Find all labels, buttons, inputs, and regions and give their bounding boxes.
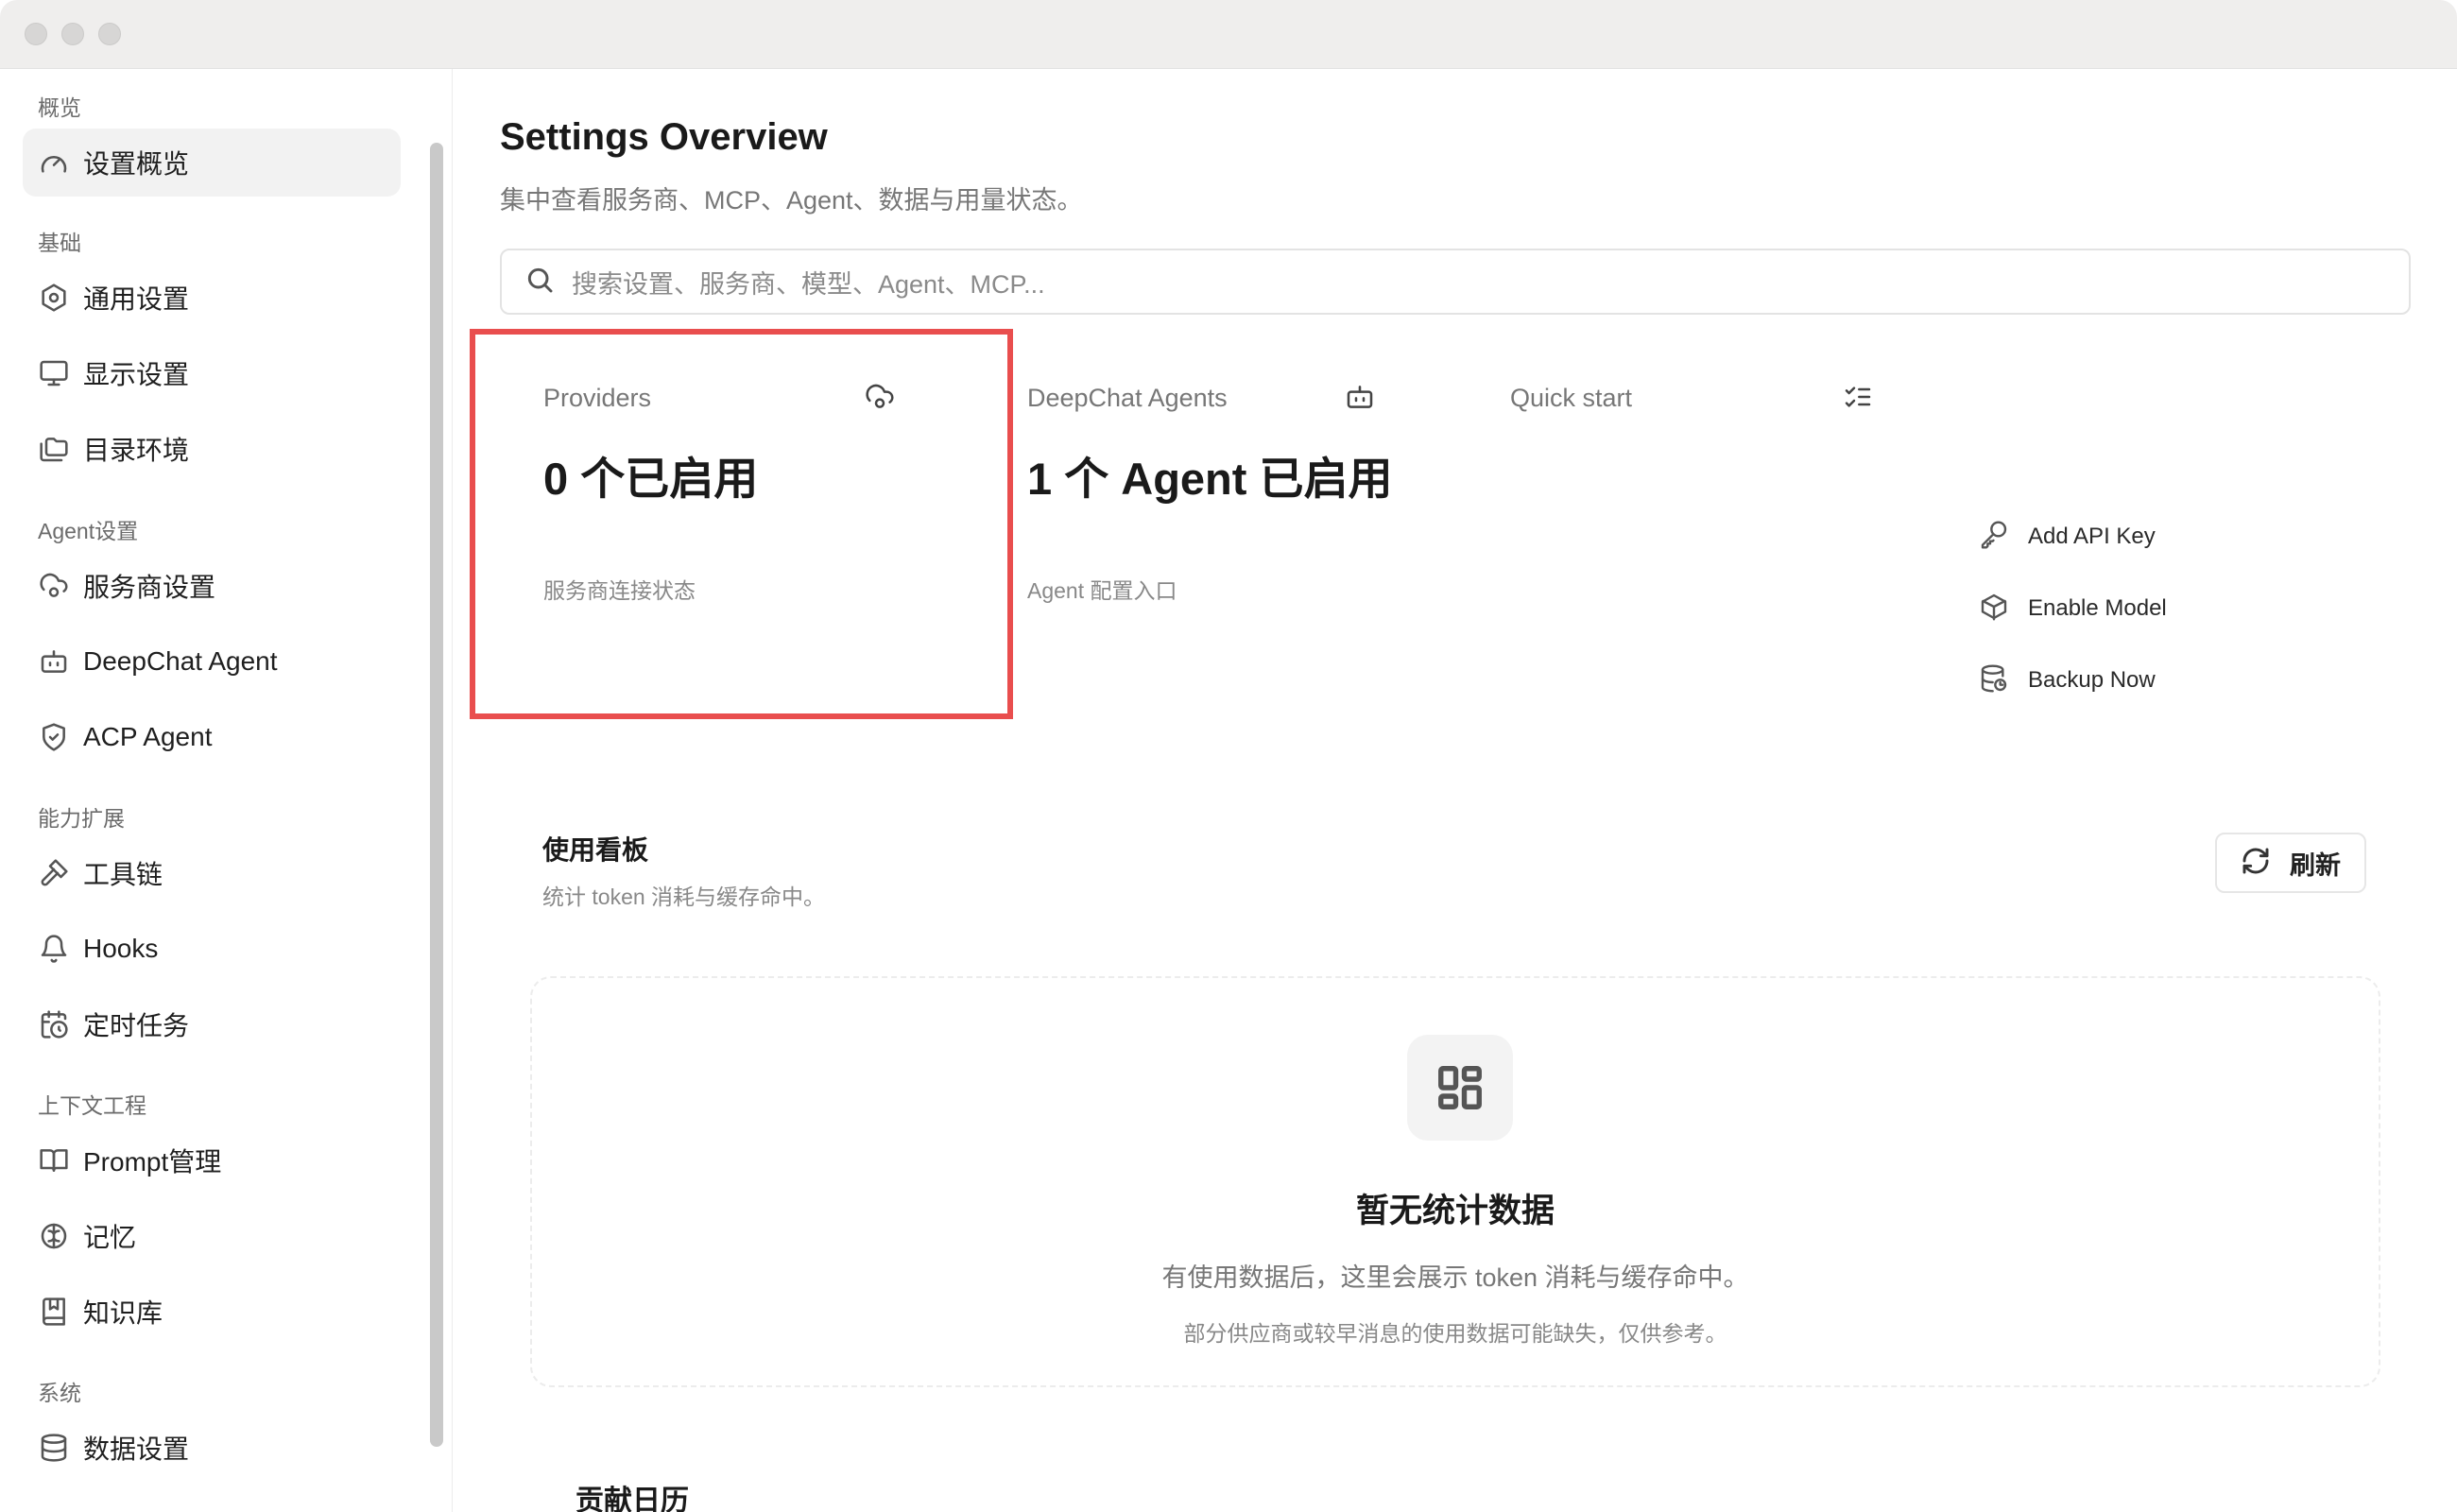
add-api-key-button[interactable]: Add API Key (1979, 513, 2156, 560)
contribution-calendar-title: 贡献日历 (576, 1486, 689, 1512)
quick-start-label: Enable Model (2028, 595, 2167, 621)
sidebar-item-display[interactable]: 显示设置 (23, 339, 401, 407)
enable-model-button[interactable]: Enable Model (1979, 585, 2167, 632)
sidebar-section-context: 上下文工程 (38, 1093, 146, 1118)
sidebar-item-settings-overview[interactable]: 设置概览 (23, 129, 401, 197)
sidebar-section-capabilities: 能力扩展 (38, 806, 125, 831)
main-content: Settings Overview 集中查看服务商、MCP、Agent、数据与用… (453, 69, 2457, 1512)
gauge-icon (38, 146, 70, 179)
sidebar-item-label: 目录环境 (83, 436, 190, 465)
database-backup-icon (1979, 663, 2009, 698)
sidebar-item-prompt[interactable]: Prompt管理 (23, 1126, 401, 1194)
refresh-label: 刷新 (2290, 850, 2341, 880)
close-window-button[interactable] (25, 23, 47, 45)
usage-board-title: 使用看板 (542, 835, 649, 865)
sidebar-item-acp-agent[interactable]: ACP Agent (23, 703, 401, 771)
usage-board-subtitle: 统计 token 消耗与缓存命中。 (542, 885, 826, 909)
list-checks-icon (1843, 382, 1875, 414)
layout-grid-icon (1407, 1035, 1513, 1141)
zoom-window-button[interactable] (98, 23, 121, 45)
sidebar-item-label: 定时任务 (83, 1011, 190, 1040)
hammer-icon (38, 857, 70, 889)
title-bar (0, 0, 2457, 69)
sidebar-scrollbar[interactable] (430, 143, 443, 1447)
search-placeholder: 搜索设置、服务商、模型、Agent、MCP... (572, 269, 1045, 299)
providers-card[interactable]: Providers 0 个已启用 服务商连接状态 (500, 329, 954, 688)
page-subtitle: 集中查看服务商、MCP、Agent、数据与用量状态。 (500, 186, 1083, 215)
sidebar-item-label: 记忆 (83, 1223, 137, 1252)
minimize-window-button[interactable] (61, 23, 84, 45)
calendar-clock-icon (38, 1008, 70, 1040)
quick-start-label: Backup Now (2028, 667, 2156, 693)
sidebar-item-label: 设置概览 (83, 149, 190, 179)
sidebar-item-label: 显示设置 (83, 360, 190, 389)
bookmark-book-icon (38, 1296, 70, 1328)
card-value: 0 个已启用 (543, 454, 759, 504)
folders-icon (38, 433, 70, 465)
book-open-icon (38, 1144, 70, 1177)
sidebar-item-knowledge-base[interactable]: 知识库 (23, 1278, 401, 1346)
sidebar-section-agent: Agent设置 (38, 519, 139, 543)
card-note: 服务商连接状态 (543, 578, 696, 603)
brain-icon (38, 1220, 70, 1252)
card-title: DeepChat Agents (1027, 384, 1228, 412)
search-icon (524, 265, 555, 300)
sidebar-item-deepchat-agent[interactable]: DeepChat Agent (23, 627, 401, 696)
key-icon (1979, 520, 2009, 555)
sidebar-item-label: 通用设置 (83, 284, 190, 314)
sidebar-item-label: 知识库 (83, 1298, 163, 1328)
sidebar-item-hooks[interactable]: Hooks (23, 915, 401, 983)
search-input[interactable]: 搜索设置、服务商、模型、Agent、MCP... (500, 249, 2411, 315)
sidebar-item-toolchain[interactable]: 工具链 (23, 839, 401, 907)
sidebar-item-label: 服务商设置 (83, 573, 216, 602)
sidebar-item-provider-settings[interactable]: 服务商设置 (23, 552, 401, 620)
monitor-icon (38, 357, 70, 389)
bell-icon (38, 933, 70, 965)
quick-start-card: Quick start (1467, 329, 1939, 688)
quick-start-label: Add API Key (2028, 524, 2156, 549)
box-icon (1979, 592, 2009, 627)
sidebar-item-label: Prompt管理 (83, 1147, 222, 1177)
sidebar-section-basic: 基础 (38, 231, 81, 255)
bot-icon (1345, 382, 1377, 414)
sidebar-item-memory[interactable]: 记忆 (23, 1202, 401, 1270)
empty-state-description: 有使用数据后，这里会展示 token 消耗与缓存命中。 (1161, 1263, 1749, 1292)
sidebar-section-system: 系统 (38, 1381, 81, 1405)
cloud-cog-icon (38, 570, 70, 602)
shield-check-icon (38, 721, 70, 753)
sidebar-item-scheduled-tasks[interactable]: 定时任务 (23, 990, 401, 1058)
card-note: Agent 配置入口 (1027, 578, 1177, 603)
empty-state-note: 部分供应商或较早消息的使用数据可能缺失，仅供参考。 (1183, 1321, 1727, 1346)
sidebar-item-label: ACP Agent (83, 722, 213, 751)
sidebar-item-general[interactable]: 通用设置 (23, 264, 401, 332)
sidebar-item-directory[interactable]: 目录环境 (23, 415, 401, 483)
usage-empty-state: 暂无统计数据 有使用数据后，这里会展示 token 消耗与缓存命中。 部分供应商… (530, 976, 2380, 1387)
empty-state-title: 暂无统计数据 (1355, 1193, 1555, 1229)
sidebar-item-data-settings[interactable]: 数据设置 (23, 1414, 401, 1482)
card-value: 1 个 Agent 已启用 (1027, 454, 1393, 504)
card-title: Quick start (1510, 384, 1633, 412)
cloud-cog-icon (865, 382, 897, 414)
sidebar: 概览 设置概览 基础 通用设置 显示设置 目录环境 Agent设置 服务商设置 … (0, 69, 453, 1512)
agents-card[interactable]: DeepChat Agents 1 个 Agent 已启用 Agent 配置入口 (984, 329, 1437, 688)
refresh-icon (2241, 846, 2271, 881)
gear-icon (38, 282, 70, 314)
sidebar-item-label: Hooks (83, 934, 159, 963)
sidebar-item-label: 工具链 (83, 860, 163, 889)
bot-icon (38, 645, 70, 678)
sidebar-item-label: DeepChat Agent (83, 646, 278, 676)
card-title: Providers (543, 384, 652, 412)
sidebar-section-overview: 概览 (38, 95, 81, 120)
app-window: 概览 设置概览 基础 通用设置 显示设置 目录环境 Agent设置 服务商设置 … (0, 0, 2457, 1512)
backup-now-button[interactable]: Backup Now (1979, 657, 2156, 704)
page-title: Settings Overview (500, 116, 828, 158)
database-icon (38, 1432, 70, 1464)
refresh-button[interactable]: 刷新 (2215, 833, 2366, 893)
sidebar-item-label: 数据设置 (83, 1435, 190, 1464)
